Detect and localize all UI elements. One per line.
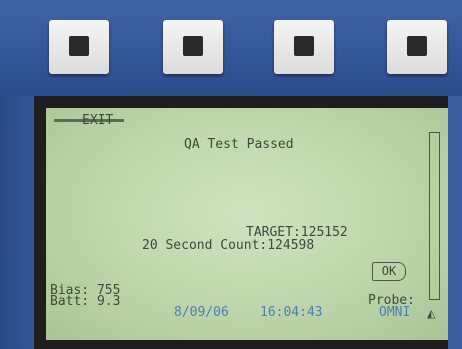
device-bezel-top — [0, 0, 462, 96]
battery-readout: Batt: 9.3 — [50, 294, 121, 309]
exit-softkey-label[interactable]: EXIT — [82, 114, 113, 127]
speaker-icon[interactable]: ◭ — [427, 308, 441, 320]
soft-key-1[interactable] — [49, 20, 109, 74]
square-key-icon — [183, 36, 203, 56]
lcd-screen: EXIT QA Test Passed TARGET:125152 20 Sec… — [46, 108, 448, 340]
date-readout: 8/09/06 — [174, 305, 229, 320]
ok-button[interactable]: OK — [372, 262, 406, 281]
soft-key-4[interactable] — [387, 20, 447, 74]
soft-key-2[interactable] — [163, 20, 223, 74]
soft-key-3[interactable] — [274, 20, 334, 74]
status-message: QA Test Passed — [184, 137, 294, 152]
time-readout: 16:04:43 — [260, 305, 323, 320]
scrollbar[interactable] — [429, 132, 440, 300]
device-bezel-left — [0, 96, 34, 349]
square-key-icon — [69, 36, 89, 56]
device-bezel-right — [448, 96, 462, 349]
count-readout: 20 Second Count:124598 — [142, 238, 315, 253]
square-key-icon — [294, 36, 314, 56]
probe-value: OMNI — [379, 305, 411, 320]
square-key-icon — [407, 36, 427, 56]
